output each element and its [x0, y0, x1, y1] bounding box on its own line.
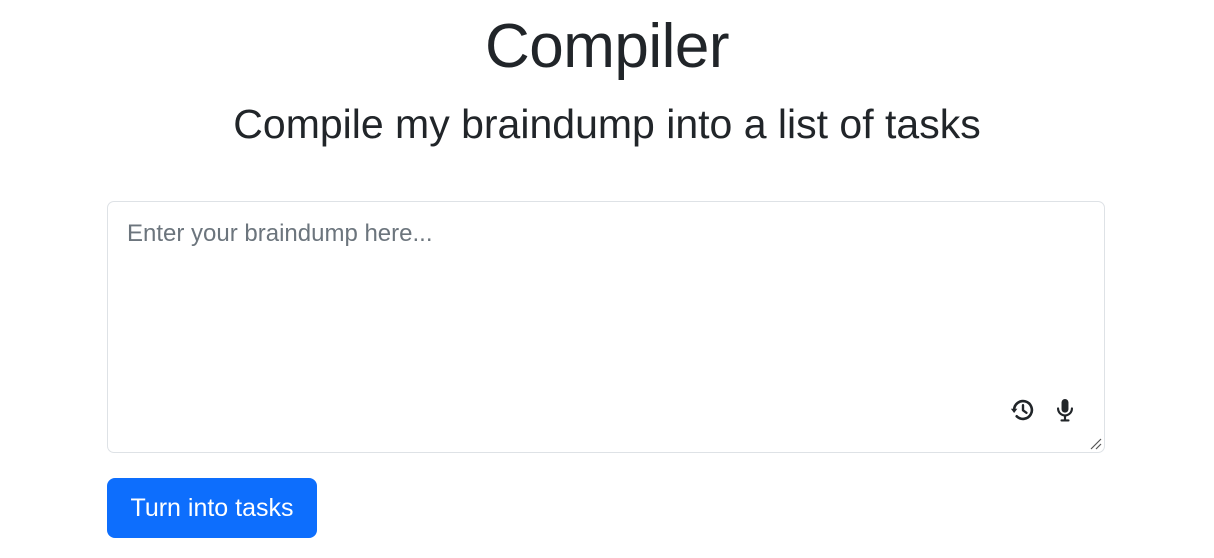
history-icon	[1010, 399, 1034, 421]
resize-handle-icon[interactable]	[1088, 436, 1102, 450]
braindump-editor	[107, 201, 1105, 453]
braindump-input[interactable]	[108, 202, 1104, 452]
turn-into-tasks-button[interactable]: Turn into tasks	[107, 478, 317, 538]
page: Compiler Compile my braindump into a lis…	[0, 0, 1214, 558]
microphone-icon	[1056, 398, 1074, 422]
history-button[interactable]	[1008, 395, 1038, 425]
page-title: Compiler	[484, 12, 730, 81]
microphone-button[interactable]	[1050, 395, 1080, 425]
page-subtitle: Compile my braindump into a list of task…	[233, 101, 981, 147]
